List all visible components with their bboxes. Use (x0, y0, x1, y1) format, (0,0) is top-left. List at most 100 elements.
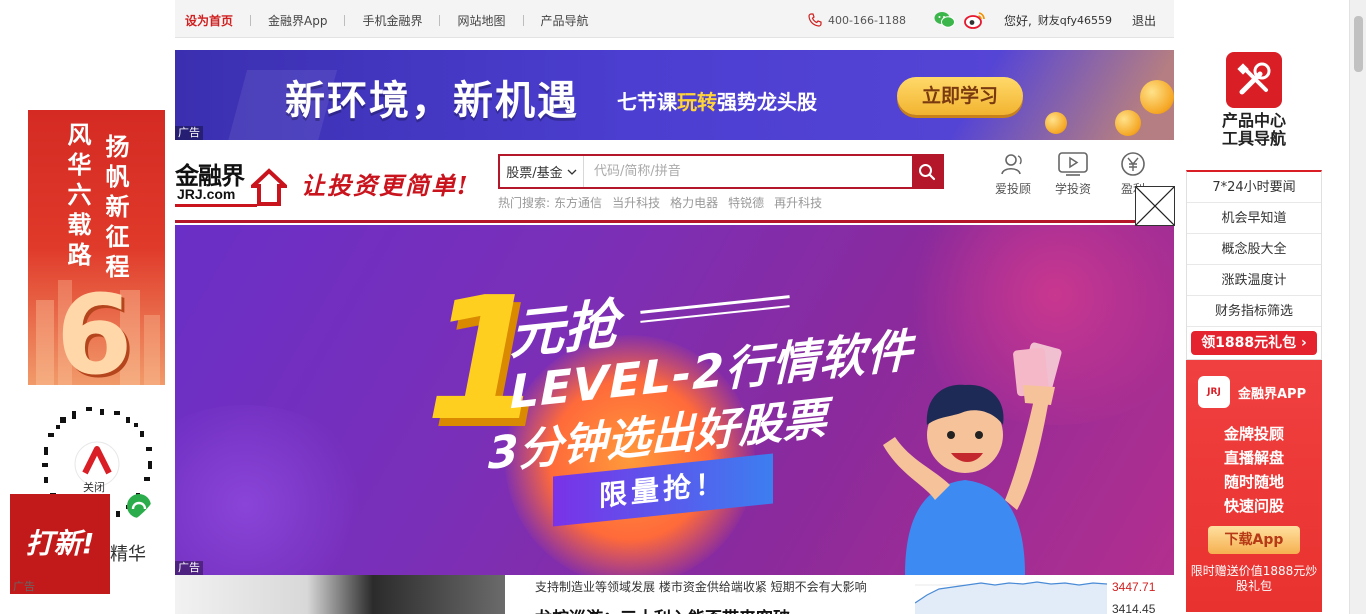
app-link[interactable]: 金融界App (268, 12, 327, 29)
cheering-man-illustration (883, 342, 1062, 575)
advert-subline-post: 强势龙头股 (717, 90, 817, 114)
new-share-ad[interactable]: 打新! (10, 494, 110, 594)
news-headline-small[interactable]: 支持制造业等领域发展 楼市资金供给端收紧 短期不会有大影响 (535, 578, 867, 595)
advisor-icon (1001, 154, 1022, 175)
ad-tag: 广告 (175, 126, 203, 140)
logout-link[interactable]: 退出 (1132, 12, 1156, 29)
username-link[interactable]: 财友qfy46559 (1038, 12, 1112, 28)
product-center-title: 产品中心 (1221, 111, 1286, 130)
tool-item[interactable]: 涨跌温度计 (1187, 265, 1321, 296)
advert-subline-highlight: 玩转 (677, 90, 717, 114)
advert-headline: 新环境，新机遇 (285, 78, 579, 124)
learn-now-button[interactable]: 立即学习 (897, 77, 1023, 115)
header-divider (175, 220, 1174, 223)
search-type-label: 股票/基金 (506, 166, 563, 181)
app-promo[interactable]: JRJ 金融界APP 金牌投顾 直播解盘 随时随地 快速问股 下载App 限时赠… (1186, 360, 1322, 612)
divider (250, 15, 252, 26)
gift-button[interactable]: 领1888元礼包 › (1191, 331, 1317, 355)
yuan-icon (1121, 152, 1145, 176)
coin-icon (1140, 80, 1174, 114)
hot-search-label: 热门搜索: (498, 196, 551, 210)
search-input[interactable] (584, 156, 912, 187)
ad-number: 6 (56, 271, 133, 385)
jrj-logo[interactable]: 金融界 JRJ.com (175, 156, 287, 207)
hot-term[interactable]: 再升科技 (774, 194, 822, 211)
product-nav-link[interactable]: 产品导航 (541, 12, 589, 29)
search-icon (919, 163, 936, 180)
logo-underline (175, 204, 257, 207)
app-feature: 金牌投顾 (1223, 425, 1284, 443)
search-box: 股票/基金 (498, 154, 944, 189)
close-ad-button[interactable] (1135, 186, 1175, 226)
divider (522, 15, 524, 26)
coin-icon (1115, 110, 1141, 136)
mobile-link[interactable]: 手机金融界 (362, 12, 422, 29)
sitemap-link[interactable]: 网站地图 (457, 12, 505, 29)
search-type-select[interactable]: 股票/基金 (500, 156, 584, 187)
main-banner[interactable]: 1 元抢 LEVEL-2行情软件 3分钟选出好股票 限量抢！ 广告 (175, 225, 1174, 575)
ad-vertical-text-2: 扬帆新征程 (101, 134, 129, 284)
jinghua-label: 精华 (110, 544, 146, 565)
logo-english: JRJ.com (177, 186, 236, 202)
tool-item[interactable]: 概念股大全 (1187, 234, 1321, 265)
scrollbar-thumb[interactable] (1354, 16, 1363, 72)
page-scrollbar[interactable] (1349, 0, 1366, 614)
tools-icon (1226, 52, 1282, 108)
app-feature: 随时随地 (1223, 473, 1284, 491)
slogan: 让投资更简单! (301, 171, 470, 200)
product-center[interactable]: 产品中心 工具导航 (1186, 52, 1322, 170)
app-brand: JRJ 金融界APP (1198, 376, 1306, 408)
download-app-button[interactable]: 下载App (1208, 526, 1300, 554)
close-icon (1135, 186, 1175, 226)
app-brand-name: 金融界APP (1238, 386, 1307, 402)
advert-subline: 七节课玩转强势龙头股 (617, 86, 817, 115)
top-bar: 设为首页 金融界App 手机金融界 网站地图 产品导航 400-166-1188… (175, 0, 1174, 38)
welcome-text: 您好, (1003, 13, 1032, 28)
hot-search: 热门搜索: 东方通信 当升科技 格力电器 特锐德 再升科技 (498, 194, 832, 211)
chevron-down-icon (567, 169, 577, 175)
divider (439, 15, 441, 26)
tool-item[interactable]: 财务指标筛选 (1187, 296, 1321, 327)
app-feature: 直播解盘 (1223, 449, 1284, 467)
index-prices: 3447.71 3414.45 (1112, 576, 1155, 614)
hot-term[interactable]: 当升科技 (612, 194, 660, 211)
nav-advisor[interactable]: 爱投顾 (983, 152, 1043, 197)
video-icon (1058, 152, 1088, 176)
hot-term[interactable]: 特锐德 (728, 194, 764, 211)
phone-number: 400-166-1188 (828, 13, 906, 27)
app-features: 金牌投顾 直播解盘 随时随地 快速问股 (1186, 422, 1322, 518)
wechat-icon[interactable] (934, 11, 956, 29)
close-qr-button[interactable]: 关闭 (83, 479, 105, 495)
weibo-icon[interactable] (964, 11, 986, 29)
nav-label: 爱投顾 (994, 182, 1031, 196)
site-header: 金融界 JRJ.com 让投资更简单! 股票/基金 热门搜索: 东方通信 当升科… (175, 150, 1174, 222)
news-thumbnail[interactable] (175, 575, 505, 614)
divider (344, 15, 346, 26)
tools-nav-title: 工具导航 (1221, 129, 1286, 148)
hot-term[interactable]: 格力电器 (670, 194, 718, 211)
search-button[interactable] (912, 156, 942, 187)
set-homepage-link[interactable]: 设为首页 (185, 12, 233, 29)
price-low: 3414.45 (1112, 602, 1156, 614)
hotline: 400-166-1188 (808, 13, 906, 27)
nav-learn[interactable]: 学投资 (1043, 152, 1103, 197)
top-advert[interactable]: 新环境，新机遇 七节课玩转强势龙头股 立即学习 广告 (175, 50, 1174, 140)
hot-term[interactable]: 东方通信 (554, 194, 602, 211)
banner-stripe (640, 295, 790, 314)
advert-subline-pre: 七节课 (617, 90, 677, 114)
tool-list: 7*24小时要闻 机会早知道 概念股大全 涨跌温度计 财务指标筛选 领1888元… (1186, 170, 1322, 360)
left-anniversary-ad[interactable]: 风华六载路 扬帆新征程 6 (28, 110, 165, 385)
app-logo-icon: JRJ (1198, 376, 1230, 408)
gift-row: 领1888元礼包 › (1187, 327, 1321, 359)
coin-icon (1045, 112, 1067, 134)
top-right: 400-166-1188 您好, 财友qfy46559 退出 (808, 11, 1156, 29)
tool-item[interactable]: 7*24小时要闻 (1187, 172, 1321, 203)
page: 设为首页 金融界App 手机金融界 网站地图 产品导航 400-166-1188… (0, 0, 1366, 614)
news-headline-main[interactable]: 龙蛇巡游：三十利入能否带来突破 (535, 604, 790, 614)
ad-vertical-text-1: 风华六载路 (63, 122, 91, 272)
nav-label: 学投资 (1054, 182, 1091, 196)
app-feature: 快速问股 (1223, 497, 1284, 515)
app-promo-text: 限时赠送价值1888元炒股礼包 (1190, 564, 1318, 593)
price-high: 3447.71 (1112, 580, 1156, 594)
tool-item[interactable]: 机会早知道 (1187, 203, 1321, 234)
